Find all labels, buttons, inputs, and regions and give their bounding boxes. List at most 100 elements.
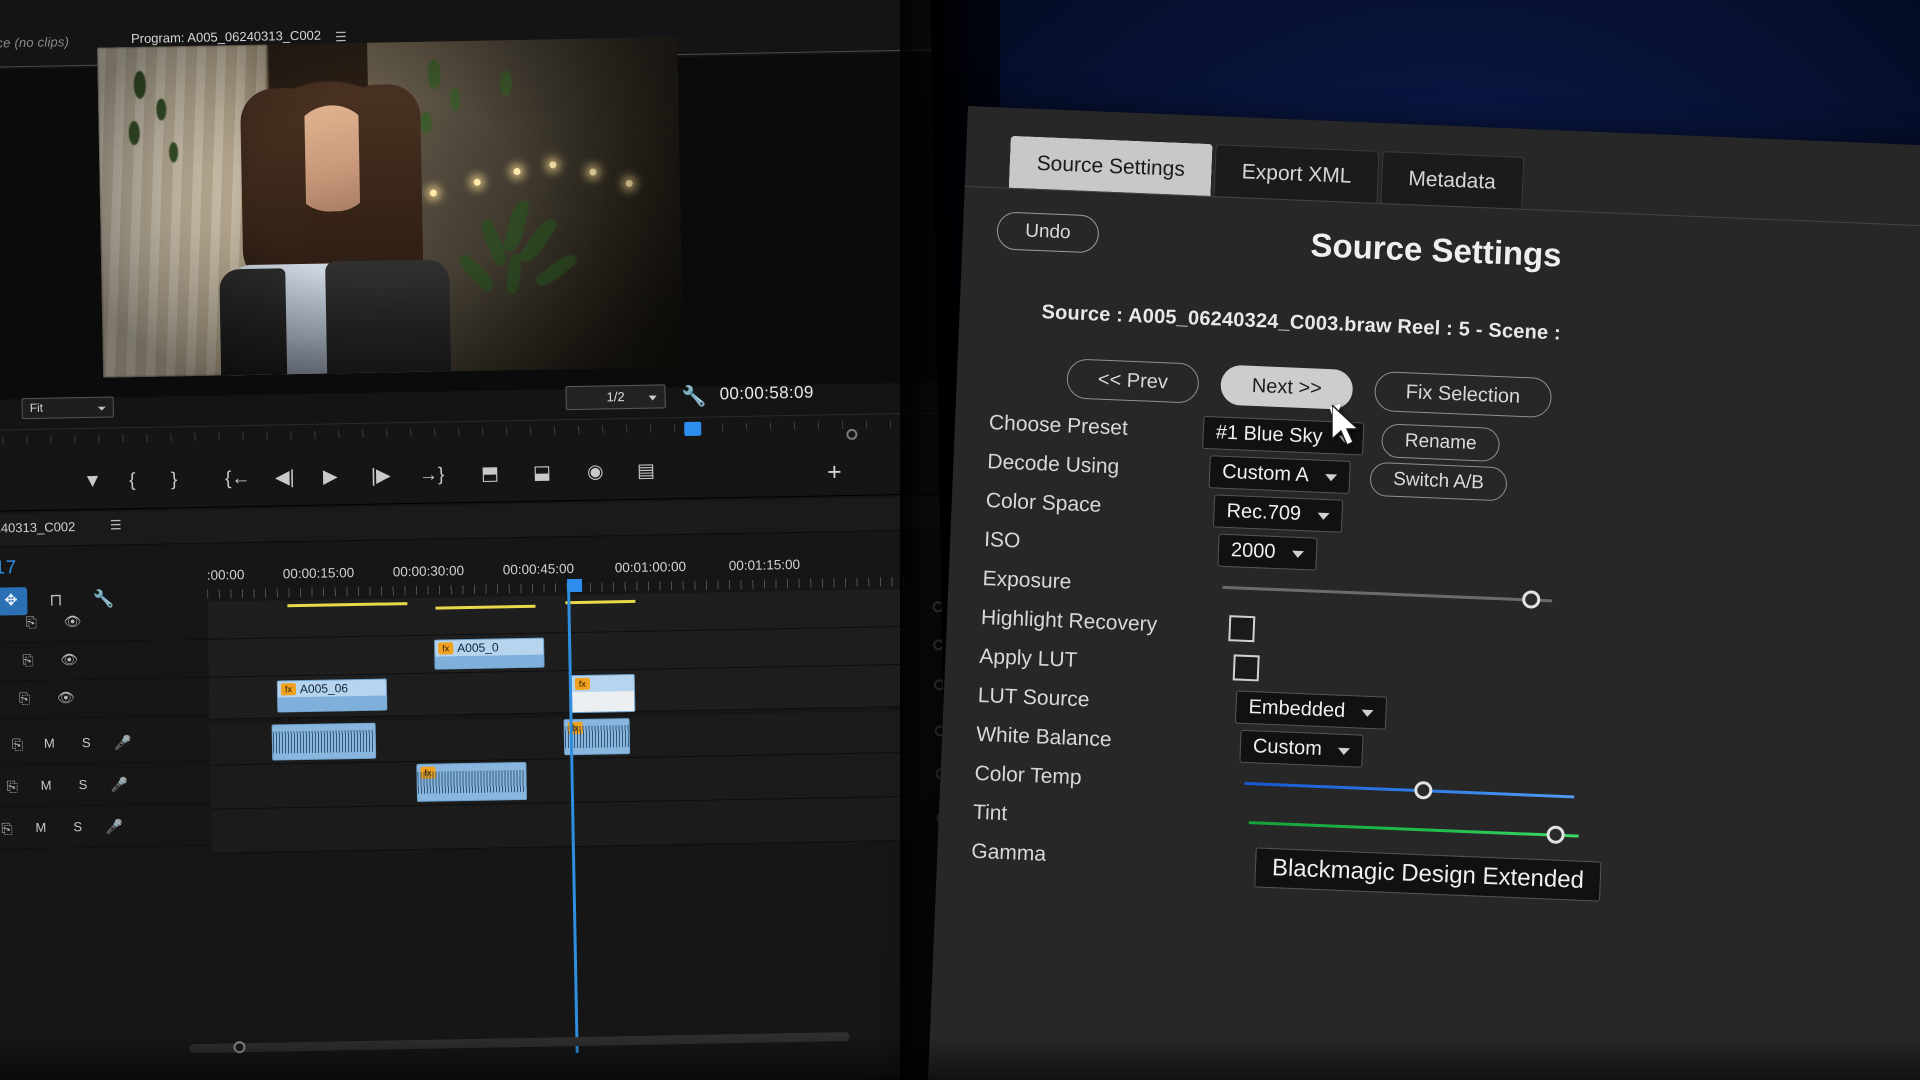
list-item[interactable]: fx [416,762,527,802]
label-gamma: Gamma [971,840,1047,867]
video-vignette [97,37,683,378]
program-monitor-stage [0,52,937,400]
fix-selection-button[interactable]: Fix Selection [1374,371,1552,418]
white-balance-select[interactable]: Custom [1239,730,1363,768]
label-lut-source: LUT Source [977,684,1090,713]
track-eye-icon-v3[interactable]: 👁 [64,613,82,630]
color-temp-slider-knob[interactable] [1414,781,1433,800]
track-solo-a1[interactable]: S [82,735,91,750]
track-mic-icon-a2[interactable]: 🎤 [111,776,129,793]
video-preview[interactable] [97,37,683,378]
program-timecode[interactable]: 00:00:58:09 [719,383,814,405]
label-choose-preset: Choose Preset [989,411,1129,441]
ruler-label-2: 00:00:30:00 [393,563,465,579]
scrub-playhead[interactable] [684,422,701,436]
track-mute-a2[interactable]: M [41,778,52,793]
step-back-icon[interactable]: ◀| [275,466,295,490]
timeline-scrollbar[interactable] [189,1032,849,1053]
track-header-v1[interactable]: /1 ⎘ 👁 [0,678,209,720]
ruler-label-5: 00:01:15:00 [729,557,801,573]
prev-button[interactable]: << Prev [1066,358,1200,403]
tint-slider-knob[interactable] [1546,825,1565,844]
export-frame-icon[interactable]: ◉ [587,460,604,484]
track-lock-icon-a1[interactable]: ⎘ [12,736,24,753]
clip-label: A005_06 [300,681,348,696]
keyframe-line-c [565,600,635,604]
track-header-a3[interactable]: ⎘ M S 🎤 [0,808,212,850]
add-marker-icon[interactable]: ▼ [83,470,102,494]
step-forward-icon[interactable]: |▶ [371,464,391,488]
track-eye-icon-v1[interactable]: 👁 [57,689,75,706]
track-header-v3[interactable]: V3 ⎘ 👁 [0,602,208,644]
go-to-out-icon[interactable]: →} [419,463,445,487]
track-lock-icon-a3[interactable]: ⎘ [1,820,13,837]
ruler-label-3: 00:00:45:00 [503,561,575,577]
switch-ab-button[interactable]: Switch A/B [1370,462,1508,502]
track-header-a2[interactable]: ⎘ M S 🎤 [0,766,211,808]
keyframe-line-b [435,605,535,610]
label-tint: Tint [973,801,1008,826]
go-to-in-icon[interactable]: {← [225,467,251,491]
keyframe-line-a [287,602,407,607]
track-solo-a3[interactable]: S [73,819,82,834]
page-title: Source Settings [1310,226,1563,274]
zoom-level-select[interactable]: Fit [22,396,114,419]
iso-select[interactable]: 2000 [1217,534,1317,571]
track-lock-icon-a2[interactable]: ⎘ [7,778,19,795]
left-monitor: ource (no clips) Program: A005_06240313_… [0,0,950,1080]
navigation-row: << Prev Next >> Fix Selection [1066,358,1552,418]
timeline-timecode[interactable]: 49:17 [0,557,17,580]
label-white-balance: White Balance [976,723,1112,753]
scrub-end-marker[interactable] [846,429,857,440]
track-mute-a1[interactable]: M [44,736,55,751]
track-mic-icon-a3[interactable]: 🎤 [105,818,123,835]
tab-source-settings[interactable]: Source Settings [1009,136,1213,196]
track-mic-icon-a1[interactable]: 🎤 [114,734,132,751]
color-space-select[interactable]: Rec.709 [1213,494,1343,532]
apply-lut-checkbox[interactable] [1233,654,1260,681]
mark-out-icon[interactable]: } [171,468,178,492]
lut-source-select[interactable]: Embedded [1235,690,1387,729]
source-info-line: Source : A005_06240324_C003.braw Reel : … [1041,301,1561,345]
wrench-icon[interactable]: 🔧 [681,384,706,409]
track-lock-icon-v3[interactable]: ⎘ [26,614,38,631]
list-item[interactable]: fx [564,718,631,755]
undo-button[interactable]: Undo [996,211,1099,253]
timeline-scroll-handle[interactable] [233,1041,245,1053]
label-color-temp: Color Temp [974,762,1082,790]
label-iso: ISO [984,528,1021,553]
comparison-view-icon[interactable]: ▤ [637,460,655,484]
play-stop-icon[interactable]: ▶ [323,465,338,489]
next-button[interactable]: Next >> [1220,365,1354,410]
extract-icon[interactable]: ⬓ [533,461,551,485]
list-item[interactable] [272,723,377,761]
track-solo-a2[interactable]: S [79,777,88,792]
fx-badge: fx [575,678,590,690]
timeline-menu-icon[interactable]: ☰ [110,517,122,533]
mark-in-icon[interactable]: { [129,469,136,493]
lift-icon[interactable]: ⬒ [481,462,499,486]
table-row[interactable]: fx [571,674,636,713]
tab-source[interactable]: ource (no clips) [0,34,69,51]
highlight-recovery-checkbox[interactable] [1228,615,1255,642]
track-header-v2[interactable]: V2 ⎘ 👁 [0,640,209,682]
track-lock-icon-v1[interactable]: ⎘ [19,690,31,707]
button-editor-icon[interactable]: + [827,458,842,487]
ruler-label-4: 00:01:00:00 [615,559,687,575]
track-mute-a3[interactable]: M [35,820,46,835]
timeline-title: _06240313_C002 [0,519,75,536]
rename-button[interactable]: Rename [1381,423,1500,462]
track-header-a1[interactable]: ⎘ M S 🎤 [0,724,210,766]
track-eye-icon-v2[interactable]: 👁 [60,651,78,668]
playback-resolution-select[interactable]: 1/2 [565,384,665,410]
tab-export-xml[interactable]: Export XML [1214,144,1380,203]
decode-using-select[interactable]: Custom A [1209,455,1351,494]
tab-metadata[interactable]: Metadata [1380,151,1524,209]
table-row[interactable]: fx A005_0 [434,638,545,670]
track-lock-icon-v2[interactable]: ⎘ [22,652,34,669]
fx-badge: fx [438,642,453,654]
exposure-slider-knob[interactable] [1522,590,1541,609]
right-monitor-panel: Source Settings Export XML Metadata Undo… [925,106,1920,1080]
label-color-space: Color Space [985,489,1101,518]
table-row[interactable]: fx A005_06 [277,678,388,712]
